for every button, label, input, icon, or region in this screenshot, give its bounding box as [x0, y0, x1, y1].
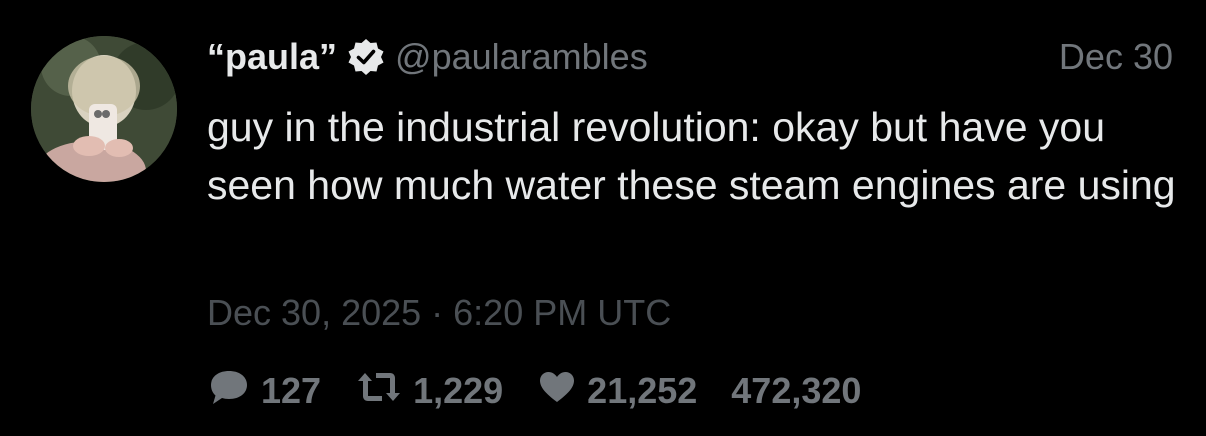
display-name[interactable]: “paula”: [207, 36, 337, 78]
tweet-stats: 127 1,229 21,252 472,320: [207, 366, 861, 416]
verified-badge-icon: [347, 38, 385, 76]
speech-bubble-icon: [207, 367, 251, 416]
reply-button[interactable]: 127: [207, 367, 321, 416]
avatar[interactable]: [31, 36, 177, 182]
tweet-card: “paula” @paularambles Dec 30 guy in the …: [0, 0, 1206, 436]
heart-icon: [537, 369, 577, 414]
like-count: 21,252: [587, 370, 698, 411]
retweet-button[interactable]: 1,229: [355, 369, 503, 414]
views-stat[interactable]: 472,320: [731, 370, 861, 412]
reply-count: 127: [261, 370, 322, 411]
like-button[interactable]: 21,252: [537, 369, 697, 414]
tweet-timestamp[interactable]: Dec 30, 2025 · 6:20 PM UTC: [207, 292, 671, 334]
avatar-photo: [31, 36, 177, 182]
tweet-date-short[interactable]: Dec 30: [1059, 34, 1173, 80]
tweet-header: “paula” @paularambles: [207, 34, 648, 80]
handle[interactable]: @paularambles: [395, 36, 648, 78]
retweet-icon: [355, 369, 403, 414]
tweet-text: guy in the industrial revolution: okay b…: [207, 104, 1176, 208]
retweet-count: 1,229: [413, 370, 504, 411]
view-count: 472,320: [731, 370, 862, 411]
